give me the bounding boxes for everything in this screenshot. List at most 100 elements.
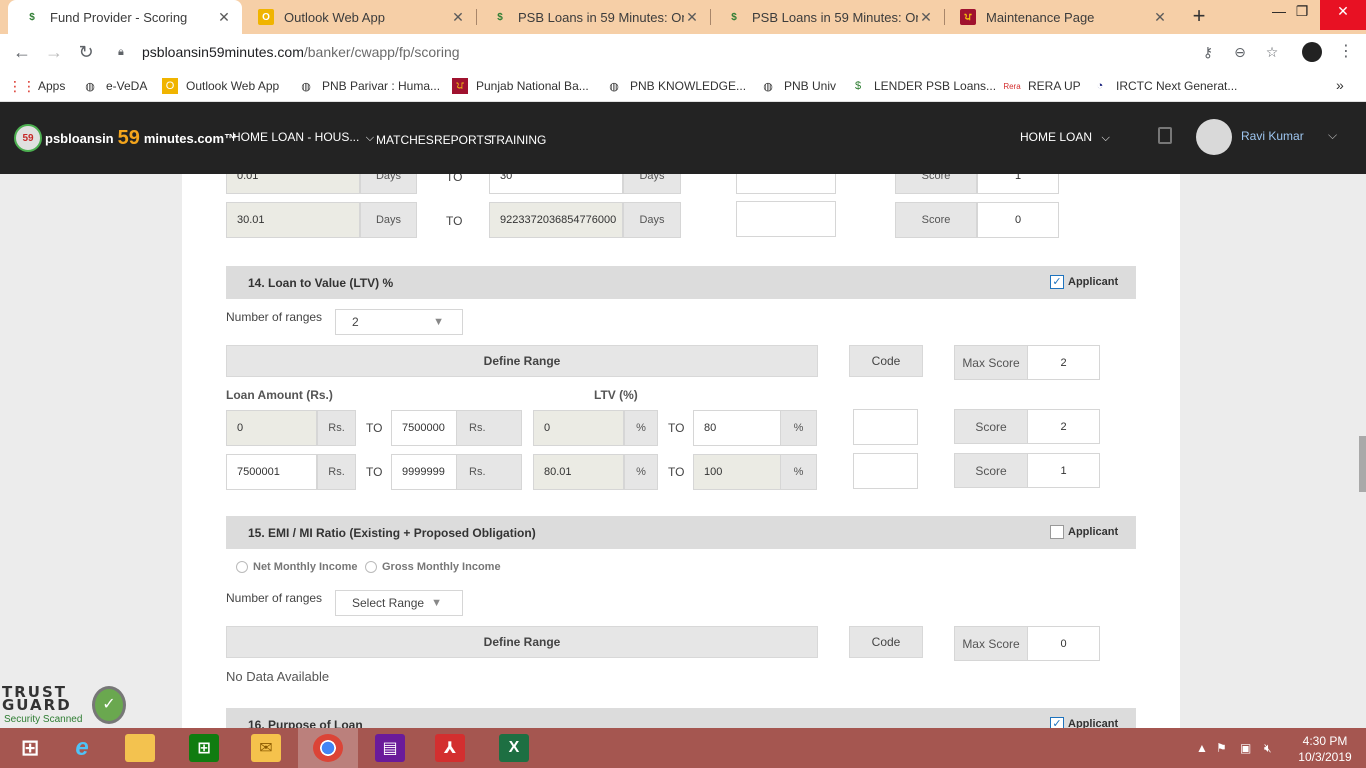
more-bookmarks-icon[interactable]: » xyxy=(1336,77,1344,93)
taskbar-acrobat[interactable]: ⅄ xyxy=(420,728,480,768)
bookmark-pnb-knowledge[interactable]: ◍ PNB KNOWLEDGE... xyxy=(606,77,746,95)
tab-maintenance-page[interactable]: ਪ Maintenance Page ✕ xyxy=(944,0,1178,34)
bookmark-pnb-parivar[interactable]: ◍ PNB Parivar : Huma... xyxy=(298,77,440,95)
globe-icon: ◍ xyxy=(301,80,311,93)
key-icon[interactable]: ⚷ xyxy=(1198,42,1218,62)
close-tab-icon[interactable]: ✕ xyxy=(216,9,232,26)
network-icon[interactable]: ▣ xyxy=(1240,741,1251,755)
max-score-input[interactable]: 2 xyxy=(1027,345,1100,380)
to-label: TO xyxy=(668,465,685,479)
rupee-unit: Rs. xyxy=(317,410,356,446)
bookmark-eveda[interactable]: ◍ e-VeDA xyxy=(82,77,147,95)
profile-avatar-icon[interactable] xyxy=(1302,42,1322,62)
rupee-unit: Rs. xyxy=(456,410,522,446)
taskbar-excel[interactable]: X xyxy=(484,728,544,768)
system-clock[interactable]: 4:30 PM 10/3/2019 xyxy=(1294,733,1356,765)
section-title: 16. Purpose of Loan xyxy=(248,718,363,728)
close-tab-icon[interactable]: ✕ xyxy=(450,9,466,26)
restore-window-button[interactable]: ❐ xyxy=(1282,0,1322,30)
loan-amount-to-input[interactable]: 9999999 xyxy=(391,454,457,490)
user-menu-chevron-icon[interactable]: ⌵ xyxy=(1328,128,1337,143)
speaker-muted-icon[interactable]: 🔇︎ xyxy=(1264,741,1272,756)
ltv-to-input[interactable]: 100 xyxy=(693,454,781,490)
number-of-ranges-label: Number of ranges xyxy=(226,591,323,605)
loan-amount-to-input[interactable]: 7500000 xyxy=(391,410,457,446)
browser-menu-icon[interactable]: ⋮ xyxy=(1338,42,1354,62)
applicant-checkbox[interactable]: ✓ xyxy=(1050,275,1064,289)
loan-type-dropdown[interactable]: HOME LOAN - HOUS... ⌵ xyxy=(232,130,374,145)
address-bar[interactable]: 🔒︎ psbloansin59minutes.com/banker/cwapp/… xyxy=(108,38,1288,66)
logo-badge: 59 xyxy=(14,124,42,152)
score-input[interactable]: 2 xyxy=(1027,409,1100,444)
bookmark-outlook[interactable]: O Outlook Web App xyxy=(162,77,279,95)
taskbar-internet-explorer[interactable]: e xyxy=(52,728,112,768)
reload-icon[interactable]: ↻ xyxy=(74,40,98,64)
winrar-icon: ▤ xyxy=(375,734,405,762)
bookmark-punjab-national-bank[interactable]: ਪ Punjab National Ba... xyxy=(452,77,589,95)
close-tab-icon[interactable]: ✕ xyxy=(1152,9,1168,26)
bookmark-pnb-univ[interactable]: ◍ PNB Univ xyxy=(760,77,836,95)
nav-training[interactable]: TRAINING xyxy=(489,133,546,147)
taskbar-store[interactable]: ⊞ xyxy=(174,728,234,768)
code-input[interactable] xyxy=(736,201,836,237)
score-input[interactable]: 1 xyxy=(1027,453,1100,488)
bookmark-lender-psb-loans[interactable]: $ LENDER PSB Loans... xyxy=(850,77,996,95)
zoom-icon[interactable]: ⊖ xyxy=(1230,42,1250,62)
taskbar-chrome[interactable] xyxy=(298,728,358,768)
bookmark-apps[interactable]: ⋮⋮ Apps xyxy=(8,77,65,95)
tab-fund-provider-scoring[interactable]: $ Fund Provider - Scoring ✕ xyxy=(8,0,242,34)
close-window-button[interactable]: ✕ xyxy=(1320,0,1366,30)
to-label: TO xyxy=(366,421,383,435)
code-input[interactable] xyxy=(853,453,918,489)
number-of-ranges-select[interactable]: Select Range ▼ xyxy=(335,590,463,616)
ltv-from-input[interactable]: 0 xyxy=(533,410,624,446)
bookmark-irctc[interactable]: ◔ IRCTC Next Generat... xyxy=(1092,77,1238,95)
score-label: Score xyxy=(954,409,1028,444)
user-name[interactable]: Ravi Kumar xyxy=(1241,129,1304,143)
ltv-column-header: LTV (%) xyxy=(594,388,638,402)
new-tab-button[interactable]: + xyxy=(1186,4,1212,30)
number-of-ranges-select[interactable]: 2 ▼ xyxy=(335,309,463,335)
ltv-from-input[interactable]: 80.01 xyxy=(533,454,624,490)
windows-taskbar: ⊞ e ⊞ ✉ ▤ ⅄ X ▲ ⚑ ▣ 🔇︎ 4:30 PM 10/3/2019 xyxy=(0,728,1366,768)
code-input[interactable] xyxy=(853,409,918,445)
tab-outlook-web-app[interactable]: O Outlook Web App ✕ xyxy=(242,0,476,34)
nav-matches[interactable]: MATCHES xyxy=(376,133,434,147)
globe-icon: ◍ xyxy=(609,80,619,93)
back-arrow-icon[interactable]: ← xyxy=(10,40,34,64)
net-monthly-income-radio[interactable] xyxy=(236,561,248,573)
loan-amount-from-input[interactable]: 7500001 xyxy=(226,454,317,490)
taskbar-file-explorer[interactable] xyxy=(110,728,170,768)
trust-guard-badge[interactable]: TRUST GUARD Security Scanned ✓ xyxy=(0,684,132,728)
range-to-input[interactable]: 9223372036854776000 xyxy=(489,202,623,238)
start-button[interactable]: ⊞ xyxy=(0,728,60,768)
range-from-input[interactable]: 30.01 xyxy=(226,202,360,238)
show-hidden-icons-icon[interactable]: ▲ xyxy=(1196,741,1208,755)
max-score-input[interactable]: 0 xyxy=(1027,626,1100,661)
store-icon: ⊞ xyxy=(189,734,219,762)
taskbar-outlook[interactable]: ✉ xyxy=(236,728,296,768)
ltv-to-input[interactable]: 80 xyxy=(693,410,781,446)
taskbar-winrar[interactable]: ▤ xyxy=(360,728,420,768)
product-selector-dropdown[interactable]: HOME LOAN ⌵ xyxy=(1020,130,1110,145)
bookmark-star-icon[interactable]: ☆ xyxy=(1262,42,1282,62)
calendar-icon[interactable] xyxy=(1158,127,1172,144)
loan-amount-from-input[interactable]: 0 xyxy=(226,410,317,446)
applicant-checkbox[interactable]: ✓ xyxy=(1050,717,1064,728)
psbloansin59minutes-logo[interactable]: 59 psbloansin 59 minutes.com™ xyxy=(14,122,237,154)
folder-icon xyxy=(125,734,155,762)
nav-reports[interactable]: REPORTS xyxy=(434,133,492,147)
score-input[interactable]: 0 xyxy=(977,202,1059,238)
tab-psb-loans-1[interactable]: $ PSB Loans in 59 Minutes: Online ✕ xyxy=(476,0,710,34)
page-scrollbar-thumb[interactable] xyxy=(1359,436,1366,492)
flag-icon[interactable]: ⚑ xyxy=(1216,741,1227,755)
avatar[interactable] xyxy=(1196,119,1232,155)
gross-monthly-income-radio[interactable] xyxy=(365,561,377,573)
forward-arrow-icon[interactable]: → xyxy=(42,40,66,64)
bookmark-rera-up[interactable]: Rera RERA UP xyxy=(1003,77,1080,95)
close-tab-icon[interactable]: ✕ xyxy=(918,9,934,26)
close-tab-icon[interactable]: ✕ xyxy=(684,9,700,26)
applicant-checkbox[interactable] xyxy=(1050,525,1064,539)
gross-monthly-income-label: Gross Monthly Income xyxy=(382,561,501,573)
tab-psb-loans-2[interactable]: $ PSB Loans in 59 Minutes: Online ✕ xyxy=(710,0,944,34)
